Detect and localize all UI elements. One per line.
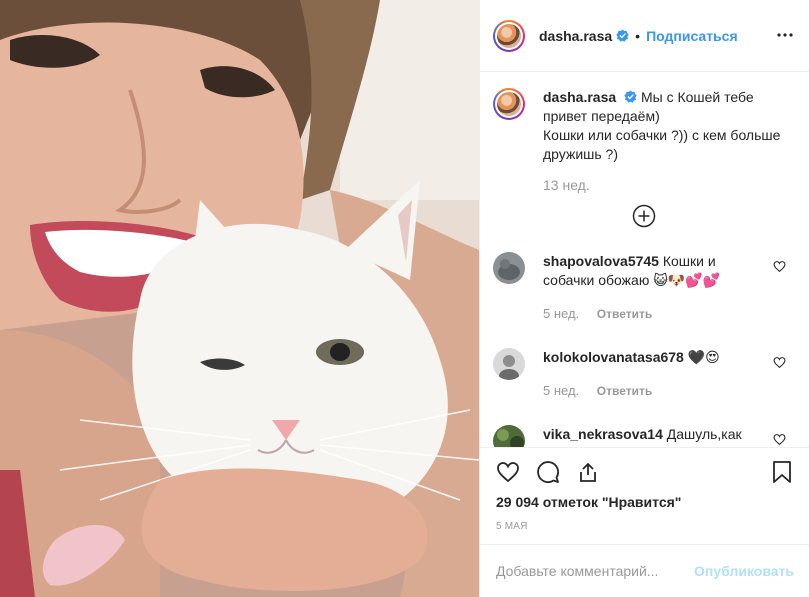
commenter-username[interactable]: shapovalova5745 bbox=[543, 253, 659, 269]
bookmark-icon[interactable] bbox=[770, 460, 794, 484]
action-bar bbox=[480, 448, 809, 496]
caption-body: dasha.rasa Мы с Кошей тебе привет переда… bbox=[543, 88, 794, 195]
post-header: dasha.rasa • Подписаться bbox=[480, 0, 809, 72]
caption-text-line2: Кошки или собачки ?)) с кем больше дружи… bbox=[543, 127, 781, 162]
comment-time[interactable]: 5 нед. bbox=[543, 306, 579, 321]
caption-author-avatar[interactable] bbox=[493, 88, 525, 120]
comment-text: 🖤😍 bbox=[687, 349, 720, 365]
likes-count[interactable]: 29 094 отметок "Нравится" bbox=[480, 494, 809, 510]
post-sidebar: dasha.rasa • Подписаться dasha.rasa Мы с… bbox=[479, 0, 809, 597]
author-username[interactable]: dasha.rasa bbox=[539, 28, 612, 44]
publish-button[interactable]: Опубликовать bbox=[694, 563, 794, 579]
caption-username[interactable]: dasha.rasa bbox=[543, 89, 616, 105]
caption: dasha.rasa Мы с Кошей тебе привет переда… bbox=[493, 88, 794, 195]
caption-timestamp[interactable]: 13 нед. bbox=[543, 176, 794, 195]
comment-meta: 5 нед. Ответить bbox=[543, 381, 753, 401]
add-comment-bar: Опубликовать bbox=[480, 544, 809, 597]
comment-text: Дашуль,как bbox=[666, 426, 742, 442]
plus-circle-icon[interactable] bbox=[632, 204, 656, 228]
instagram-post: dasha.rasa • Подписаться dasha.rasa Мы с… bbox=[0, 0, 809, 597]
comment-item: vika_nekrasova14 Дашуль,как bbox=[493, 425, 794, 447]
heart-icon[interactable] bbox=[773, 356, 786, 369]
selfie-with-white-cat-image bbox=[0, 0, 479, 597]
commenter-username[interactable]: vika_nekrasova14 bbox=[543, 426, 663, 442]
comments-list[interactable]: dasha.rasa Мы с Кошей тебе привет переда… bbox=[480, 73, 809, 447]
heart-icon[interactable] bbox=[773, 433, 786, 446]
comment-item: shapovalova5745 Кошки и собачки обожаю 😺… bbox=[493, 252, 794, 324]
commenter-username[interactable]: kolokolovanatasa678 bbox=[543, 349, 684, 365]
post-actions-area: 29 094 отметок "Нравится" 5 мая bbox=[480, 447, 809, 532]
reply-button[interactable]: Ответить bbox=[597, 307, 652, 321]
author-avatar[interactable] bbox=[493, 19, 525, 52]
heart-icon[interactable] bbox=[773, 260, 786, 273]
share-icon[interactable] bbox=[576, 460, 600, 484]
commenter-avatar[interactable] bbox=[493, 425, 525, 447]
comment-input[interactable] bbox=[496, 563, 695, 579]
post-photo[interactable] bbox=[0, 0, 479, 597]
comment-item: kolokolovanatasa678 🖤😍 5 нед. Ответить bbox=[493, 348, 794, 401]
separator-dot: • bbox=[635, 27, 641, 44]
verified-badge-icon bbox=[616, 29, 629, 42]
comment-body: vika_nekrasova14 Дашуль,как bbox=[543, 425, 753, 447]
more-options-icon[interactable] bbox=[777, 27, 793, 43]
comment-meta: 5 нед. Ответить bbox=[543, 304, 753, 324]
comment-body: kolokolovanatasa678 🖤😍 5 нед. Ответить bbox=[543, 348, 753, 401]
reply-button[interactable]: Ответить bbox=[597, 384, 652, 398]
comment-icon[interactable] bbox=[536, 460, 560, 484]
comment-body: shapovalova5745 Кошки и собачки обожаю 😺… bbox=[543, 252, 753, 324]
post-date[interactable]: 5 мая bbox=[480, 521, 809, 532]
verified-badge-icon bbox=[624, 90, 637, 103]
commenter-avatar[interactable] bbox=[493, 348, 525, 380]
comment-time[interactable]: 5 нед. bbox=[543, 383, 579, 398]
follow-button[interactable]: Подписаться bbox=[646, 28, 738, 44]
commenter-avatar[interactable] bbox=[493, 252, 525, 284]
heart-icon[interactable] bbox=[496, 460, 520, 484]
